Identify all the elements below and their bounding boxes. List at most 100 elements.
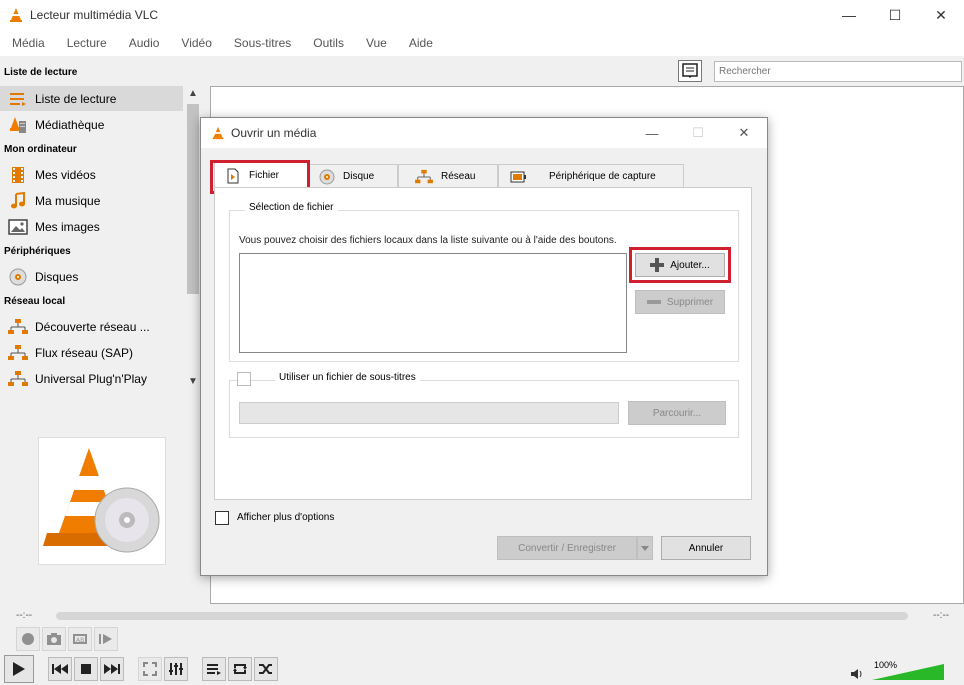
previous-icon bbox=[52, 664, 68, 674]
sidebar-item-playlist[interactable]: Liste de lecture bbox=[0, 86, 183, 111]
extended-settings-button[interactable] bbox=[164, 657, 188, 681]
network-icon bbox=[7, 370, 29, 388]
remove-file-button: Supprimer bbox=[635, 290, 725, 314]
tab-peripherique-capture[interactable]: Périphérique de capture bbox=[498, 164, 684, 188]
music-note-icon bbox=[7, 191, 29, 210]
stop-button[interactable] bbox=[74, 657, 98, 681]
sidebar-item-network-stream-sap[interactable]: Flux réseau (SAP) bbox=[0, 340, 183, 365]
menu-media[interactable]: Média bbox=[0, 36, 55, 50]
menu-audio[interactable]: Audio bbox=[117, 36, 170, 50]
sidebar-item-label: Découverte réseau ... bbox=[35, 319, 150, 334]
highlight-add-button bbox=[629, 247, 731, 283]
sidebar: Liste de lecture Liste de lecture Médiat… bbox=[0, 62, 202, 602]
sidebar-item-my-images[interactable]: Mes images bbox=[0, 214, 183, 239]
sidebar-header-devices: Périphériques bbox=[4, 246, 71, 257]
tab-panel-fichier: Sélection de fichier Vous pouvez choisir… bbox=[214, 187, 752, 500]
sidebar-item-label: Liste de lecture bbox=[35, 91, 117, 106]
sidebar-header-local-network: Réseau local bbox=[4, 296, 66, 307]
frame-step-button[interactable] bbox=[94, 627, 118, 651]
menu-aide[interactable]: Aide bbox=[397, 36, 443, 50]
sidebar-item-my-videos[interactable]: Mes vidéos bbox=[0, 162, 183, 187]
sidebar-item-upnp[interactable]: Universal Plug'n'Play bbox=[0, 366, 183, 391]
play-icon bbox=[13, 662, 25, 676]
browse-subtitle-button: Parcourir... bbox=[628, 401, 726, 425]
tab-disque[interactable]: Disque bbox=[308, 164, 398, 188]
playlist-icon bbox=[7, 90, 29, 108]
network-icon bbox=[7, 344, 29, 362]
playlist-icon bbox=[207, 664, 221, 675]
capture-device-icon bbox=[510, 171, 526, 182]
sidebar-item-label: Mes vidéos bbox=[35, 167, 96, 182]
playlist-view-button[interactable] bbox=[678, 60, 702, 82]
subtitle-label: Utiliser un fichier de sous-titres bbox=[275, 372, 420, 383]
snapshot-button[interactable] bbox=[42, 627, 66, 651]
menu-lecture[interactable]: Lecture bbox=[55, 36, 117, 50]
dialog-title-bar: Ouvrir un média — ☐ ✕ bbox=[201, 118, 767, 148]
previous-button[interactable] bbox=[48, 657, 72, 681]
equalizer-icon bbox=[169, 663, 183, 675]
sidebar-item-discs[interactable]: Disques bbox=[0, 264, 183, 289]
total-time: --:-- bbox=[933, 610, 950, 621]
scrollbar-thumb[interactable] bbox=[187, 104, 199, 294]
play-button[interactable] bbox=[4, 655, 34, 683]
sidebar-header-playlist: Liste de lecture bbox=[4, 67, 78, 78]
minimize-button[interactable]: — bbox=[826, 0, 872, 30]
record-button[interactable] bbox=[16, 627, 40, 651]
next-button[interactable] bbox=[100, 657, 124, 681]
shuffle-icon bbox=[259, 664, 272, 674]
menu-sous-titres[interactable]: Sous-titres bbox=[222, 36, 301, 50]
file-list[interactable] bbox=[239, 253, 627, 353]
open-media-dialog: Ouvrir un média — ☐ ✕ Fichier Disque Rés… bbox=[200, 117, 768, 576]
cancel-button[interactable]: Annuler bbox=[661, 536, 751, 560]
volume-speaker-icon[interactable] bbox=[850, 668, 864, 680]
subtitle-checkbox[interactable] bbox=[237, 372, 251, 386]
sidebar-item-label: Médiathèque bbox=[35, 117, 105, 132]
more-options-label: Afficher plus d'options bbox=[237, 512, 335, 523]
chevron-down-icon bbox=[641, 545, 649, 551]
tab-label: Disque bbox=[343, 171, 375, 182]
dialog-title: Ouvrir un média bbox=[231, 126, 317, 140]
minus-icon bbox=[646, 300, 661, 304]
volume-slider[interactable] bbox=[872, 660, 944, 682]
album-art bbox=[38, 437, 166, 565]
menu-video[interactable]: Vidéo bbox=[169, 36, 221, 50]
frame-step-icon bbox=[99, 634, 112, 644]
sidebar-header-my-computer: Mon ordinateur bbox=[4, 144, 77, 155]
more-options-checkbox[interactable] bbox=[215, 511, 229, 525]
dialog-close-button[interactable]: ✕ bbox=[721, 118, 767, 148]
sidebar-item-my-music[interactable]: Ma musique bbox=[0, 188, 183, 213]
sidebar-item-media-library[interactable]: Médiathèque bbox=[0, 112, 183, 137]
loop-button[interactable] bbox=[228, 657, 252, 681]
sidebar-item-label: Ma musique bbox=[35, 193, 101, 208]
vlc-cone-icon bbox=[212, 126, 224, 140]
scroll-up-icon[interactable]: ▲ bbox=[184, 88, 202, 102]
seek-slider[interactable] bbox=[56, 612, 908, 620]
playlist-view-icon bbox=[682, 63, 698, 78]
loop-icon bbox=[233, 664, 247, 674]
menu-vue[interactable]: Vue bbox=[354, 36, 397, 50]
menu-bar: Média Lecture Audio Vidéo Sous-titres Ou… bbox=[0, 30, 964, 56]
sidebar-item-label: Disques bbox=[35, 269, 79, 284]
convert-save-button: Convertir / Enregistrer bbox=[497, 536, 637, 560]
fullscreen-button[interactable] bbox=[138, 657, 162, 681]
toggle-playlist-button[interactable] bbox=[202, 657, 226, 681]
loop-ab-button[interactable]: AB bbox=[68, 627, 92, 651]
sidebar-item-network-discovery[interactable]: Découverte réseau ... bbox=[0, 314, 183, 339]
elapsed-time: --:-- bbox=[16, 610, 33, 621]
file-selection-legend: Sélection de fichier bbox=[245, 202, 338, 213]
close-button[interactable]: ✕ bbox=[918, 0, 964, 30]
image-icon bbox=[7, 218, 29, 236]
search-input[interactable] bbox=[714, 61, 962, 82]
loop-ab-icon: AB bbox=[73, 634, 87, 644]
shuffle-button[interactable] bbox=[254, 657, 278, 681]
record-icon bbox=[22, 633, 34, 645]
camera-icon bbox=[47, 633, 61, 645]
menu-outils[interactable]: Outils bbox=[301, 36, 354, 50]
sidebar-item-label: Mes images bbox=[35, 219, 100, 234]
disc-icon bbox=[319, 169, 335, 184]
dialog-minimize-button[interactable]: — bbox=[629, 118, 675, 148]
file-selection-description: Vous pouvez choisir des fichiers locaux … bbox=[239, 235, 617, 246]
maximize-button[interactable]: ☐ bbox=[872, 0, 918, 30]
tab-reseau[interactable]: Réseau bbox=[398, 164, 498, 188]
next-icon bbox=[104, 664, 120, 674]
